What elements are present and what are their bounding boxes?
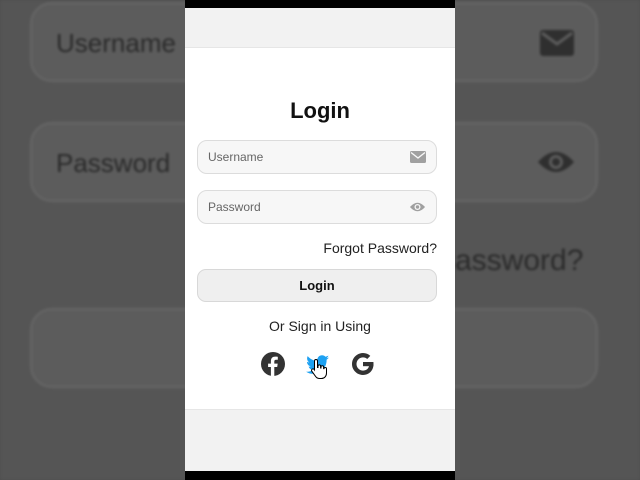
login-card: Login Forgot Password? Login Or Sign in … (185, 47, 455, 410)
bg-forgot-text: assword? (455, 244, 584, 277)
bg-username-label: Username (56, 28, 176, 58)
bottom-bar (185, 471, 455, 480)
hand-cursor-icon (311, 358, 327, 379)
eye-icon[interactable] (409, 201, 426, 213)
phone-screen: Login Forgot Password? Login Or Sign in … (185, 0, 455, 480)
eye-icon (538, 152, 574, 172)
username-field-container (197, 140, 437, 174)
username-input[interactable] (208, 141, 398, 173)
envelope-icon (540, 30, 574, 56)
facebook-icon[interactable] (260, 351, 286, 377)
password-field-container (197, 190, 437, 224)
forgot-password-link[interactable]: Forgot Password? (323, 240, 437, 256)
password-input[interactable] (208, 191, 398, 223)
bg-password-label: Password (56, 148, 171, 178)
google-icon[interactable] (350, 351, 376, 377)
page-title: Login (290, 98, 350, 123)
login-button[interactable]: Login (197, 269, 437, 302)
top-bar (185, 0, 455, 8)
social-prompt: Or Sign in Using (269, 318, 371, 334)
envelope-icon (410, 151, 426, 163)
